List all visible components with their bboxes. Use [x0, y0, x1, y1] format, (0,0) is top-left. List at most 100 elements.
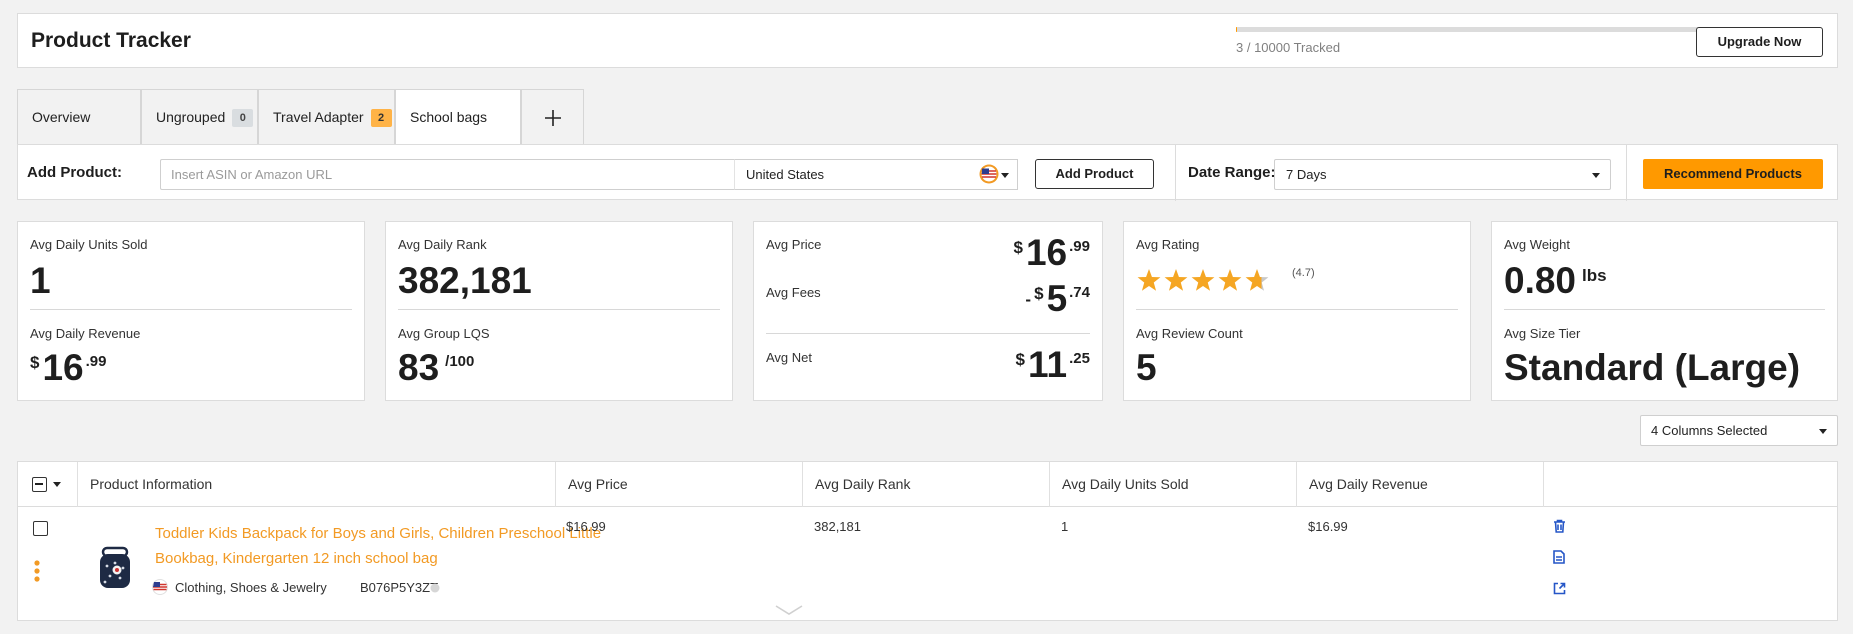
daily-revenue-label: Avg Daily Revenue	[30, 326, 141, 341]
avg-daily-units-cell: 1	[1061, 519, 1069, 534]
product-thumbnail	[100, 546, 130, 588]
metric-card-sales: Avg Daily Units Sold 1 Avg Daily Revenue…	[17, 221, 365, 401]
metric-card-size: Avg Weight 0.80 lbs Avg Size Tier Standar…	[1491, 221, 1838, 401]
avg-price-cell: $16.99	[566, 519, 606, 534]
avg-rating-label: Avg Rating	[1136, 237, 1200, 252]
row-checkbox[interactable]	[33, 521, 48, 536]
amount-main: 11	[1028, 344, 1068, 385]
tab-label: Overview	[32, 109, 91, 125]
date-range-label: Date Range:	[1188, 164, 1276, 181]
metric-card-rank: Avg Daily Rank 382,181 Avg Group LQS 83/…	[385, 221, 733, 401]
lqs-score: 83	[398, 347, 440, 388]
us-flag-icon	[152, 579, 168, 595]
count-badge: 2	[370, 109, 392, 128]
size-tier-value: Standard (Large)	[1504, 347, 1801, 388]
avg-net-label: Avg Net	[766, 350, 813, 365]
product-title-link[interactable]: Toddler Kids Backpack for Boys and Girls…	[155, 521, 625, 571]
asin-input[interactable]	[160, 159, 734, 190]
caret-down-icon[interactable]	[53, 482, 61, 488]
avg-daily-revenue-cell: $16.99	[1308, 519, 1348, 534]
tracked-progress-bar	[1236, 27, 1704, 32]
amount-main: 5	[1046, 278, 1068, 319]
daily-rank-label: Avg Daily Rank	[398, 237, 487, 252]
weight-number: 0.80	[1504, 260, 1577, 301]
info-icon[interactable]	[430, 583, 440, 593]
country-value: United States	[746, 167, 825, 182]
chevron-down-icon	[1819, 429, 1827, 434]
country-select[interactable]: United States	[734, 159, 1018, 190]
avg-price-value: $16.99	[1014, 234, 1090, 271]
recommend-products-button[interactable]: Recommend Products	[1643, 159, 1823, 189]
currency-symbol: $	[1013, 238, 1023, 257]
avg-fees-value: - $5.74	[1025, 280, 1090, 317]
tab-ungrouped[interactable]: Ungrouped 0	[141, 89, 258, 145]
select-all-checkbox[interactable]	[32, 477, 47, 492]
columns-select[interactable]: 4 Columns Selected	[1640, 415, 1838, 446]
add-product-button[interactable]: Add Product	[1035, 159, 1154, 189]
tab-overview[interactable]: Overview	[17, 89, 141, 145]
review-count-value: 5	[1136, 347, 1157, 388]
divider	[766, 333, 1090, 334]
star-2	[1164, 269, 1188, 291]
columns-select-value: 4 Columns Selected	[1651, 423, 1768, 438]
amount-cents: .25	[1069, 350, 1090, 367]
page-title: Product Tracker	[31, 29, 191, 52]
tab-travel-adapter[interactable]: Travel Adapter 2	[258, 89, 395, 145]
avg-price-label: Avg Price	[766, 237, 822, 252]
us-flag-icon	[979, 164, 999, 184]
chevron-down-icon	[1001, 173, 1009, 178]
rating-stars: (4.7)	[1136, 266, 1315, 294]
header-bar: Product Tracker 3 / 10000 Tracked Upgrad…	[17, 13, 1838, 68]
star-1	[1137, 269, 1161, 291]
metric-card-profit: Avg Price $16.99 Avg Fees - $5.74 Avg Net…	[753, 221, 1103, 401]
weight-unit: lbs	[1582, 266, 1607, 285]
tab-label: Ungrouped	[156, 109, 226, 125]
column-header-product-information[interactable]: Product Information	[78, 462, 556, 507]
tracked-count: 3 / 10000 Tracked	[1236, 40, 1341, 55]
metric-card-rating: Avg Rating (4.7) Avg Review Count 5	[1123, 221, 1471, 401]
more-options-icon[interactable]	[34, 560, 40, 582]
units-sold-label: Avg Daily Units Sold	[30, 237, 148, 252]
column-header-avg-price[interactable]: Avg Price	[556, 462, 803, 507]
column-header-avg-daily-rank[interactable]: Avg Daily Rank	[803, 462, 1050, 507]
add-tab-button[interactable]	[521, 89, 584, 145]
add-product-toolbar: Add Product: United States Add Product D…	[17, 144, 1838, 201]
document-icon[interactable]	[1553, 550, 1565, 564]
product-asin: B076P5Y3ZT	[360, 580, 439, 595]
date-range-select[interactable]: 7 Days	[1274, 159, 1611, 190]
column-header-avg-daily-revenue[interactable]: Avg Daily Revenue	[1297, 462, 1544, 507]
count-badge: 0	[232, 109, 254, 128]
star-5	[1245, 269, 1269, 291]
negative-sign: -	[1025, 290, 1032, 309]
daily-revenue-value: $16.99	[30, 349, 106, 386]
tab-label: School bags	[410, 109, 488, 125]
divider	[1626, 145, 1627, 201]
select-all-header[interactable]	[18, 462, 78, 507]
currency-symbol: $	[1034, 284, 1044, 303]
avg-weight-value: 0.80 lbs	[1504, 262, 1607, 299]
date-range-value: 7 Days	[1286, 167, 1327, 182]
star-3	[1191, 269, 1215, 291]
add-product-label: Add Product:	[27, 164, 122, 181]
daily-rank-value: 382,181	[398, 260, 532, 301]
product-category: Clothing, Shoes & Jewelry	[175, 580, 327, 595]
avg-fees-label: Avg Fees	[766, 285, 821, 300]
amount-cents: .74	[1069, 284, 1090, 301]
column-header-avg-daily-units-sold[interactable]: Avg Daily Units Sold	[1050, 462, 1297, 507]
star-rating-icon	[1137, 269, 1269, 291]
divider	[30, 309, 352, 310]
delete-icon[interactable]	[1553, 519, 1566, 533]
size-tier-label: Avg Size Tier	[1504, 326, 1581, 341]
share-icon[interactable]	[1553, 582, 1566, 595]
avg-daily-rank-cell: 382,181	[814, 519, 861, 534]
divider	[1504, 309, 1825, 310]
divider	[398, 309, 720, 310]
table-header: Product Information Avg Price Avg Daily …	[18, 462, 1837, 507]
divider	[1175, 145, 1176, 201]
amount-cents: .99	[1069, 238, 1090, 255]
upgrade-now-button[interactable]: Upgrade Now	[1696, 27, 1823, 57]
amount-cents: .99	[85, 353, 107, 370]
currency-symbol: $	[1015, 350, 1026, 369]
tab-school-bags[interactable]: School bags	[395, 89, 521, 181]
chevron-down-icon[interactable]	[774, 604, 804, 616]
